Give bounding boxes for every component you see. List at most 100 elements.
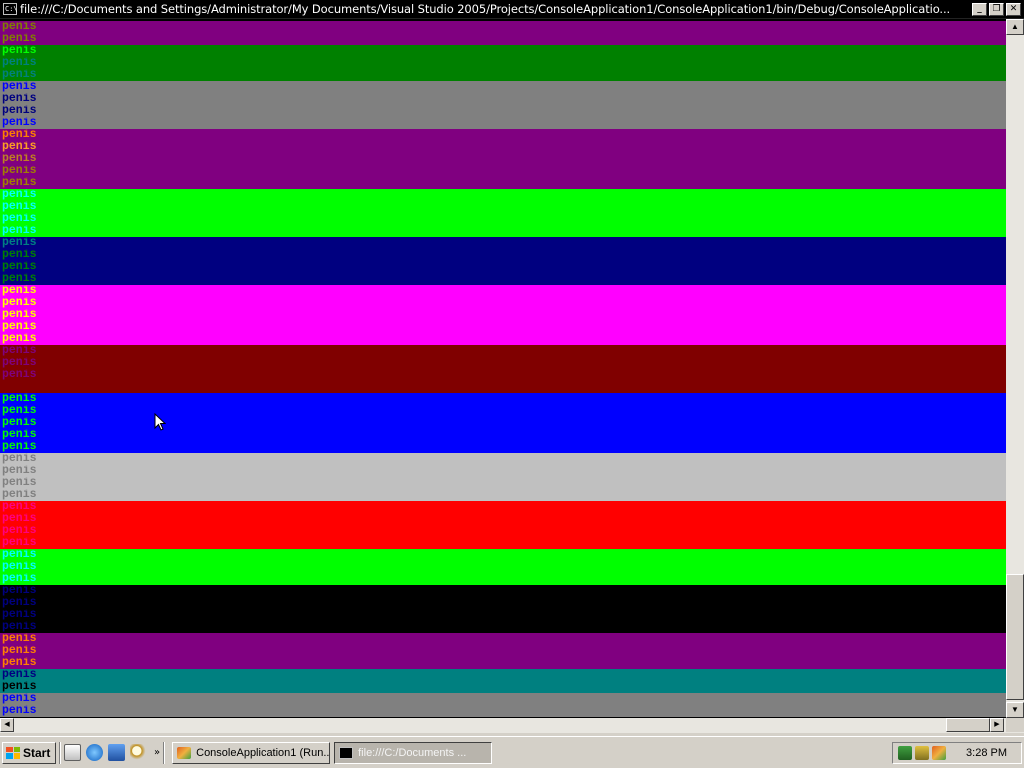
console-line: penis	[0, 93, 42, 105]
vs-icon[interactable]	[932, 746, 946, 760]
horizontal-scroll-thumb[interactable]	[946, 718, 990, 732]
console-line: penis	[0, 297, 42, 309]
start-label: Start	[23, 745, 51, 760]
console-line: penis	[0, 381, 42, 393]
console-line: penis	[0, 369, 42, 381]
mouse-cursor-icon	[154, 413, 166, 431]
network-icon[interactable]	[898, 746, 912, 760]
console-line: penis	[0, 585, 42, 597]
task-button-console[interactable]: file:///C:/Documents ...	[334, 741, 493, 764]
scroll-down-button[interactable]: ▼	[1006, 702, 1024, 718]
console-line: penis	[0, 417, 42, 429]
console-color-band	[42, 585, 1006, 633]
start-button[interactable]: Start	[2, 741, 56, 764]
console-color-band	[42, 21, 1006, 33]
console-line: penis	[0, 225, 42, 237]
chevron-more-icon[interactable]: »	[154, 747, 160, 758]
task-label: ConsoleApplication1 (Run...	[196, 746, 331, 759]
console-color-band	[42, 669, 1006, 693]
window-title: file:///C:/Documents and Settings/Admini…	[20, 2, 951, 16]
console-line: penis	[0, 513, 42, 525]
scrollbar-corner	[1006, 718, 1024, 732]
maximize-button[interactable]: ❐	[989, 2, 1004, 16]
console-line: penis	[0, 249, 42, 261]
console-line: penis	[0, 573, 42, 585]
console-line: penis	[0, 657, 42, 669]
taskbar-separator	[163, 741, 166, 764]
console-line: penis	[0, 105, 42, 117]
console-line: penis	[0, 33, 42, 45]
taskbar: Start » ConsoleApplication1 (Run... file…	[0, 736, 1024, 768]
console-line: penis	[0, 177, 42, 189]
console-line: penis	[0, 393, 42, 405]
console-line: penis	[0, 441, 42, 453]
console-color-band	[42, 189, 1006, 237]
console-color-band	[42, 345, 1006, 393]
console-line: penis	[0, 501, 42, 513]
console-color-band	[42, 549, 1006, 585]
console-line: penis	[0, 21, 42, 33]
console-line: penis	[0, 489, 42, 501]
windows-logo-icon	[6, 746, 20, 759]
console-line: penis	[0, 609, 42, 621]
console-color-band	[42, 81, 1006, 129]
console-line: penis	[0, 549, 42, 561]
console-line: penis	[0, 69, 42, 81]
console-color-band	[42, 501, 1006, 549]
title-bar[interactable]: C:\ file:///C:/Documents and Settings/Ad…	[0, 0, 1024, 19]
volume-icon[interactable]	[915, 746, 929, 760]
console-line: penis	[0, 597, 42, 609]
console-line: penis	[0, 453, 42, 465]
vertical-scroll-thumb[interactable]	[1006, 574, 1024, 700]
console-color-band	[42, 129, 1006, 189]
clock[interactable]: 3:28 PM	[966, 747, 1007, 759]
task-button-visual-studio[interactable]: ConsoleApplication1 (Run...	[172, 741, 331, 764]
console-line: penis	[0, 465, 42, 477]
search-icon[interactable]	[130, 744, 147, 761]
console-line: penis	[0, 333, 42, 345]
minimize-button[interactable]: _	[972, 2, 987, 16]
console-line: penis	[0, 345, 42, 357]
console-color-band	[42, 633, 1006, 669]
console-line: penis	[0, 537, 42, 549]
outlook-icon[interactable]	[108, 744, 125, 761]
console-color-band	[42, 393, 1006, 453]
console-line: penis	[0, 633, 42, 645]
console-line: penis	[0, 273, 42, 285]
console-line: penis	[0, 681, 42, 693]
console-line: penis	[0, 189, 42, 201]
desktop-icon[interactable]	[64, 744, 81, 761]
console-line: penis	[0, 705, 42, 717]
console-color-band	[42, 237, 1006, 285]
console-line: penis	[0, 129, 42, 141]
scroll-up-button[interactable]: ▲	[1006, 19, 1024, 35]
console-line: penis	[0, 309, 42, 321]
console-line: penis	[0, 237, 42, 249]
console-icon[interactable]: C:\	[3, 3, 18, 15]
console-line: penis	[0, 477, 42, 489]
console-line: penis	[0, 669, 42, 681]
quick-launch: »	[64, 744, 160, 761]
console-icon	[339, 746, 354, 759]
visual-studio-icon	[177, 746, 192, 759]
console-line: penis	[0, 117, 42, 129]
console-line: penis	[0, 165, 42, 177]
ie-icon[interactable]	[86, 744, 103, 761]
console-color-band	[42, 45, 1006, 81]
console-color-band	[42, 33, 1006, 45]
close-button[interactable]: ✕	[1006, 2, 1021, 16]
console-line: penis	[0, 693, 42, 705]
horizontal-scrollbar[interactable]: ◀ ▶	[0, 718, 1006, 732]
vertical-scrollbar[interactable]: ▲ ▼	[1006, 19, 1024, 718]
scroll-left-button[interactable]: ◀	[0, 718, 14, 732]
console-color-band	[42, 693, 1006, 717]
console-line: penis	[0, 141, 42, 153]
console-line: penis	[0, 429, 42, 441]
console-color-band	[42, 285, 1006, 345]
console-line: penis	[0, 525, 42, 537]
console-output[interactable]: penis penis penis penis penis penis penis penis…	[0, 21, 1006, 718]
console-line: penis	[0, 261, 42, 273]
scroll-right-button[interactable]: ▶	[990, 718, 1004, 732]
console-line: penis	[0, 57, 42, 69]
console-line: penis	[0, 285, 42, 297]
